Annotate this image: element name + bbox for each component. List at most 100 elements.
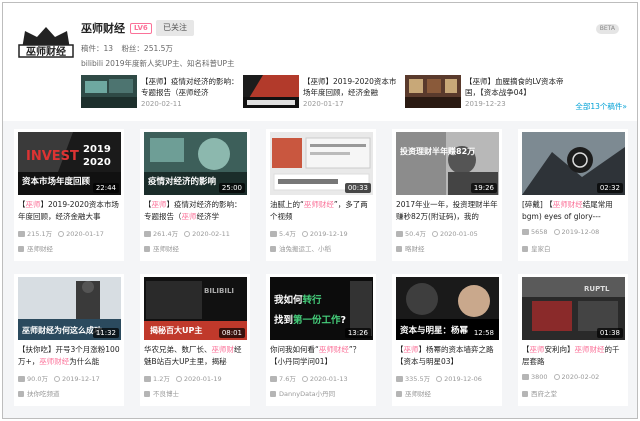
- video-thumbnail[interactable]: RUPTL 01:38: [522, 277, 625, 340]
- video-card[interactable]: BILIBILI 揭秘百大UP主 08:01 华农兄弟、数厂长、巫师财经魅B站百大…: [140, 274, 250, 406]
- svg-text:资本市场年度回顾: 资本市场年度回顾: [22, 176, 91, 187]
- video-duration: 08:01: [218, 328, 245, 338]
- recent-title[interactable]: 【巫师】2019-2020资本市场年度回顾，经济金融: [303, 76, 403, 98]
- video-meta: 1.2万 2020-01-19: [144, 373, 248, 383]
- follow-button[interactable]: 已关注: [156, 20, 194, 36]
- video-card[interactable]: 投资理财半年赚82万 19:26 2017年业一年，投资理财半年赚秒82万(附证…: [392, 129, 502, 261]
- recent-thumbnail[interactable]: [243, 75, 299, 108]
- play-count-icon: [522, 374, 529, 380]
- svg-text:找到第一份工作?: 找到第一份工作?: [274, 314, 346, 326]
- video-meta: 3800 2020-02-02: [522, 373, 626, 381]
- clock-icon: [431, 231, 438, 237]
- clock-icon: [175, 376, 182, 382]
- video-meta: 50.4万 2020-01-05: [396, 228, 500, 238]
- video-title[interactable]: 2017年业一年，投资理财半年赚秒82万(附证码)，我的: [396, 199, 500, 223]
- svg-text:我如何转行: 我如何转行: [274, 294, 322, 306]
- author-card: 巫师财经 巫师财经 LV6 已关注 BETA 稿件：13 粉丝：251.5万 b…: [3, 3, 637, 121]
- video-meta: 5658 2019-12-08: [522, 228, 626, 236]
- svg-text:巫师财经为何这么成功: 巫师财经为何这么成功: [22, 325, 102, 335]
- video-card[interactable]: RUPTL 01:38 【巫师安利向】巫师财经的千层套路 3800 2020-02…: [518, 274, 628, 406]
- level-badge: LV6: [130, 23, 152, 34]
- video-owner[interactable]: 扶你吃频道: [18, 388, 60, 398]
- see-all-videos-link[interactable]: 全部13个稿件»: [575, 101, 627, 112]
- video-meta: 261.4万 2020-02-11: [144, 228, 248, 238]
- recent-video[interactable]: 【巫师】2019-2020资本市场年度回顾，经济金融 2020-01-17: [243, 75, 403, 111]
- video-card[interactable]: 00:33 油腻上的“巫师财经”，多了两个视频 5.4万 2019-12-19 油…: [266, 129, 376, 261]
- uploader-icon: [144, 246, 150, 252]
- video-card[interactable]: INVEST 2019 2020 资本市场年度回顾 22:44 【巫师】2019-20…: [14, 129, 124, 261]
- video-thumbnail[interactable]: 00:33: [270, 132, 373, 195]
- play-count-icon: [396, 231, 403, 237]
- video-card[interactable]: 资本与明星：杨幂 12:58 【巫师】杨幂的资本墙弈之路【资本与明星03】 33…: [392, 274, 502, 406]
- svg-text:2019: 2019: [83, 144, 111, 155]
- video-owner[interactable]: 巫师财经: [18, 243, 53, 253]
- recent-title[interactable]: 【巫师】疫情对经济的影响：专题报告（巫师经济: [141, 76, 241, 98]
- video-owner[interactable]: 略财经: [396, 243, 425, 253]
- video-duration: 25:00: [218, 183, 245, 193]
- recent-date: 2020-02-11: [141, 100, 182, 108]
- video-thumbnail[interactable]: 02:32: [522, 132, 625, 195]
- uploader-icon: [396, 246, 402, 252]
- recent-title[interactable]: 【巫师】血腥摘食的LV资本帝国，【资本战争04】: [465, 76, 565, 98]
- play-count-icon: [144, 231, 151, 237]
- video-duration: 22:44: [92, 183, 119, 193]
- author-logo[interactable]: 巫师财经: [17, 25, 75, 65]
- video-thumbnail[interactable]: INVEST 2019 2020 资本市场年度回顾 22:44: [18, 132, 121, 195]
- uploader-icon: [522, 391, 528, 397]
- video-meta: 335.5万 2019-12-06: [396, 373, 500, 383]
- video-duration: 12:58: [470, 328, 497, 338]
- uploader-icon: [18, 246, 24, 252]
- play-count-icon: [18, 376, 25, 382]
- video-thumbnail[interactable]: 资本与明星：杨幂 12:58: [396, 277, 499, 340]
- video-thumbnail[interactable]: 投资理财半年赚82万 19:26: [396, 132, 499, 195]
- clock-icon: [53, 376, 60, 382]
- video-count: 稿件：13: [81, 44, 114, 53]
- recent-video[interactable]: 【巫师】血腥摘食的LV资本帝国，【资本战争04】 2019-12-23: [405, 75, 565, 111]
- uploader-icon: [144, 391, 150, 397]
- video-thumbnail[interactable]: BILIBILI 揭秘百大UP主 08:01: [144, 277, 247, 340]
- video-meta: 215.1万 2020-01-17: [18, 228, 122, 238]
- author-name[interactable]: 巫师财经: [81, 20, 125, 36]
- video-thumbnail[interactable]: 巫师财经为何这么成功 11:32: [18, 277, 121, 340]
- video-owner[interactable]: DannyData小丹同: [270, 388, 335, 398]
- play-count-icon: [270, 231, 277, 237]
- video-title[interactable]: 华农兄弟、数厂长、巫师财经魅B站百大UP主里，揭秘: [144, 344, 248, 368]
- video-title[interactable]: 【巫师】杨幂的资本墙弈之路【资本与明星03】: [396, 344, 500, 368]
- recent-thumbnail[interactable]: [81, 75, 137, 108]
- video-card[interactable]: 巫师财经为何这么成功 11:32 【扶你吃】开号3个月涨粉100万+，巫师财经为…: [14, 274, 124, 406]
- video-card[interactable]: 疫情对经济的影响 25:00 【巫师】疫情对经济的影响：专题报告（巫师经济学 2…: [140, 129, 250, 261]
- svg-text:BILIBILI: BILIBILI: [204, 287, 234, 295]
- video-thumbnail[interactable]: 疫情对经济的影响 25:00: [144, 132, 247, 195]
- video-title[interactable]: [碎戴] 【巫师财经结尾常用bgm) eyes of glory---: [522, 199, 626, 223]
- recent-video[interactable]: 【巫师】疫情对经济的影响：专题报告（巫师经济 2020-02-11: [81, 75, 241, 111]
- svg-text:INVEST: INVEST: [26, 149, 79, 164]
- video-owner[interactable]: 西府之堂: [522, 388, 557, 398]
- video-title[interactable]: 你问我如何看“巫师财经”？【小丹同学问01】: [270, 344, 374, 368]
- video-card[interactable]: 02:32 [碎戴] 【巫师财经结尾常用bgm) eyes of glory--…: [518, 129, 628, 261]
- video-owner[interactable]: 巫师财经: [144, 243, 179, 253]
- video-duration: 19:26: [470, 183, 497, 193]
- video-title[interactable]: 【扶你吃】开号3个月涨粉100万+，巫师财经为什么能: [18, 344, 122, 368]
- video-duration: 02:32: [596, 183, 623, 193]
- video-title[interactable]: 【巫师】疫情对经济的影响：专题报告（巫师经济学: [144, 199, 248, 223]
- video-duration: 11:32: [92, 328, 119, 338]
- video-title[interactable]: 油腻上的“巫师财经”，多了两个视频: [270, 199, 374, 223]
- svg-text:RUPTL: RUPTL: [584, 285, 610, 293]
- video-owner[interactable]: 巫师财经: [396, 388, 431, 398]
- video-meta: 5.4万 2019-12-19: [270, 228, 374, 238]
- fan-count: 粉丝：251.5万: [121, 44, 173, 53]
- play-count-icon: [522, 229, 529, 235]
- video-title[interactable]: 【巫师】2019-2020资本市场年度回顾，经济金融大事: [18, 199, 122, 223]
- video-owner[interactable]: 油兔搬运工、小稻: [270, 243, 331, 253]
- recent-thumbnail[interactable]: [405, 75, 461, 108]
- video-duration: 01:38: [596, 328, 623, 338]
- svg-text:疫情对经济的影响: 疫情对经济的影响: [148, 176, 217, 187]
- svg-text:巫师财经: 巫师财经: [26, 45, 66, 58]
- video-thumbnail[interactable]: 我如何转行 找到第一份工作? 13:26: [270, 277, 373, 340]
- video-card[interactable]: 我如何转行 找到第一份工作? 13:26 你问我如何看“巫师财经”？【小丹同学问0…: [266, 274, 376, 406]
- recent-date: 2020-01-17: [303, 100, 344, 108]
- video-title[interactable]: 【巫师安利向】巫师财经的千层套路: [522, 344, 626, 368]
- play-count-icon: [396, 376, 403, 382]
- video-owner[interactable]: 不良博士: [144, 388, 179, 398]
- video-owner[interactable]: 皇家白: [522, 243, 551, 253]
